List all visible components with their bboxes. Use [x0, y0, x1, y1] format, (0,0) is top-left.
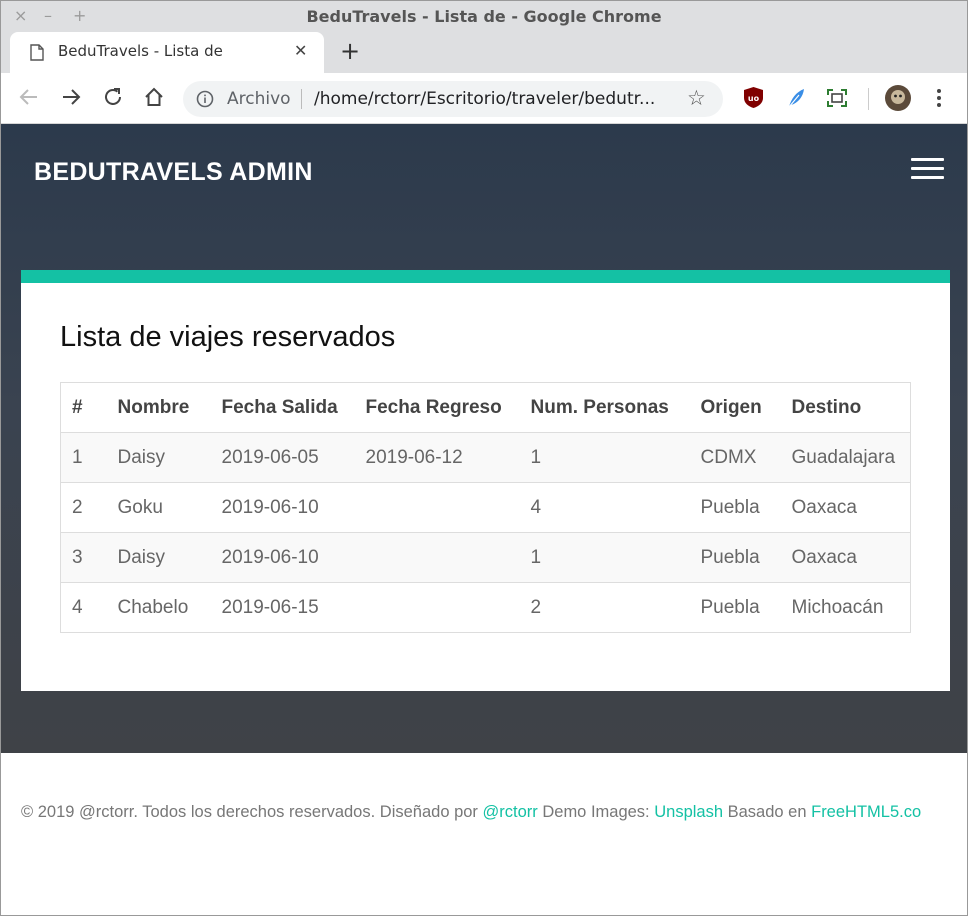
site-footer: © 2019 @rctorr. Todos los derechos reser… — [21, 803, 921, 822]
footer-text-basado-en: Basado en — [723, 803, 812, 821]
reload-icon[interactable] — [101, 85, 125, 109]
column-header-origen: Origen — [689, 382, 781, 433]
cell-fecha-regreso — [354, 532, 520, 583]
ublock-extension-icon[interactable]: uo — [743, 86, 764, 109]
table-row: 1 Daisy 2019-06-05 2019-06-12 1 CDMX Gua… — [60, 432, 911, 483]
cell-number: 1 — [60, 432, 107, 483]
footer-link-rctorr[interactable]: @rctorr — [483, 803, 538, 821]
cell-destino: Oaxaca — [780, 482, 911, 533]
cell-origen: Puebla — [689, 532, 781, 583]
profile-avatar[interactable] — [885, 85, 911, 111]
cell-origen: Puebla — [689, 582, 781, 633]
kebab-menu-icon[interactable] — [934, 87, 944, 109]
column-header-nombre: Nombre — [106, 382, 211, 433]
home-icon[interactable] — [142, 85, 166, 109]
footer-link-unsplash[interactable]: Unsplash — [654, 803, 723, 821]
new-tab-button[interactable]: + — [340, 37, 360, 65]
feather-extension-icon[interactable] — [785, 87, 807, 109]
svg-text:uo: uo — [748, 94, 760, 103]
window-titlebar: × – + BeduTravels - Lista de - Google Ch… — [0, 0, 968, 32]
bookmark-star-icon[interactable]: ☆ — [687, 86, 706, 110]
security-label: Archivo — [227, 89, 291, 109]
column-header-number: # — [60, 382, 107, 433]
footer-text-demo-images: Demo Images: — [537, 803, 655, 821]
table-header-row: # Nombre Fecha Salida Fecha Regreso Num.… — [60, 382, 911, 433]
column-header-fecha-regreso: Fecha Regreso — [354, 382, 520, 433]
cell-nombre: Goku — [106, 482, 211, 533]
cell-num-personas: 2 — [519, 582, 690, 633]
table-row: 3 Daisy 2019-06-10 1 Puebla Oaxaca — [60, 532, 911, 583]
forward-arrow-icon[interactable] — [59, 85, 83, 109]
tab-close-icon[interactable]: ✕ — [294, 41, 307, 60]
cell-fecha-regreso — [354, 482, 520, 533]
cell-fecha-salida: 2019-06-15 — [210, 582, 355, 633]
cell-num-personas: 4 — [519, 482, 690, 533]
footer-copyright: © 2019 @rctorr. Todos los derechos reser… — [21, 803, 483, 821]
table-row: 4 Chabelo 2019-06-15 2 Puebla Michoacán — [60, 582, 911, 633]
column-header-destino: Destino — [780, 382, 911, 433]
cell-destino: Michoacán — [780, 582, 911, 633]
cell-number: 2 — [60, 482, 107, 533]
toolbar-divider — [868, 88, 869, 110]
cell-fecha-regreso — [354, 582, 520, 633]
cell-origen: Puebla — [689, 482, 781, 533]
site-brand[interactable]: BEDUTRAVELS ADMIN — [34, 158, 313, 187]
document-icon — [30, 44, 44, 61]
info-icon[interactable] — [196, 90, 214, 108]
column-header-fecha-salida: Fecha Salida — [210, 382, 355, 433]
reservations-card: Lista de viajes reservados # Nombre Fech… — [21, 270, 950, 691]
address-bar[interactable]: Archivo /home/rctorr/Escritorio/traveler… — [183, 81, 723, 117]
cell-fecha-salida: 2019-06-10 — [210, 532, 355, 583]
column-header-num-personas: Num. Personas — [519, 382, 690, 433]
browser-toolbar: Archivo /home/rctorr/Escritorio/traveler… — [0, 73, 968, 124]
cell-fecha-regreso: 2019-06-12 — [354, 432, 520, 483]
url-text[interactable]: /home/rctorr/Escritorio/traveler/bedutr.… — [314, 89, 655, 109]
hamburger-menu-icon[interactable] — [911, 158, 944, 180]
cell-nombre: Chabelo — [106, 582, 211, 633]
omnibox-divider — [301, 89, 302, 109]
back-arrow-icon[interactable] — [17, 85, 41, 109]
reservations-table: # Nombre Fecha Salida Fecha Regreso Num.… — [60, 382, 911, 633]
footer-link-freehtml5[interactable]: FreeHTML5.co — [811, 803, 921, 821]
screenshot-extension-icon[interactable] — [826, 88, 848, 108]
cell-nombre: Daisy — [106, 432, 211, 483]
tab-title: BeduTravels - Lista de — [58, 42, 223, 60]
cell-num-personas: 1 — [519, 532, 690, 583]
table-row: 2 Goku 2019-06-10 4 Puebla Oaxaca — [60, 482, 911, 533]
hero-section: BEDUTRAVELS ADMIN Lista de viajes reserv… — [0, 124, 968, 753]
page-title: Lista de viajes reservados — [60, 321, 396, 353]
tab-strip: BeduTravels - Lista de ✕ + — [0, 32, 968, 73]
cell-number: 4 — [60, 582, 107, 633]
cell-destino: Oaxaca — [780, 532, 911, 583]
tab-active[interactable]: BeduTravels - Lista de ✕ — [10, 32, 324, 73]
cell-num-personas: 1 — [519, 432, 690, 483]
cell-fecha-salida: 2019-06-05 — [210, 432, 355, 483]
cell-number: 3 — [60, 532, 107, 583]
cell-origen: CDMX — [689, 432, 781, 483]
window-title: BeduTravels - Lista de - Google Chrome — [306, 7, 662, 26]
cell-fecha-salida: 2019-06-10 — [210, 482, 355, 533]
cell-nombre: Daisy — [106, 532, 211, 583]
cell-destino: Guadalajara — [780, 432, 911, 483]
